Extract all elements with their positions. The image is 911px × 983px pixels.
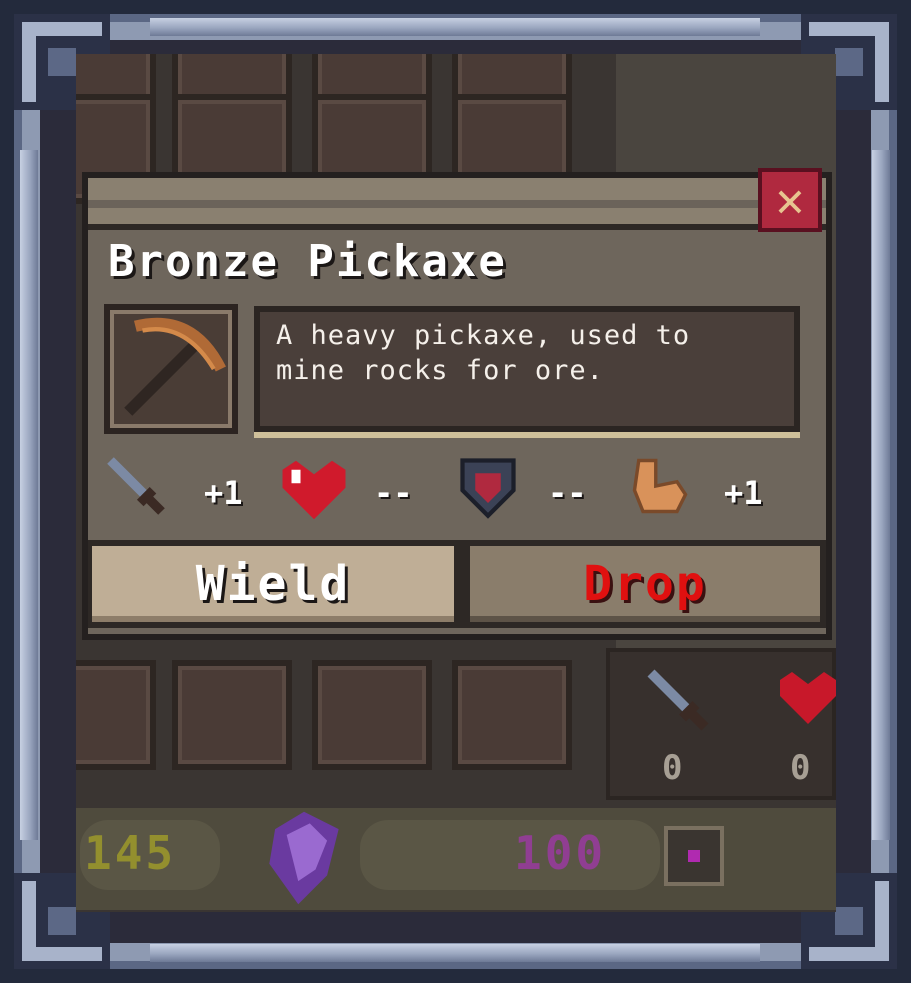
item-title: Bronze Pickaxe (108, 236, 507, 287)
heart-icon (780, 672, 836, 724)
heart-icon (282, 460, 346, 520)
sword-icon (107, 457, 165, 515)
stat-health-bonus: -- (374, 474, 413, 512)
inventory-slot[interactable] (312, 660, 432, 770)
item-description: A heavy pickaxe, used to mine rocks for … (276, 318, 796, 388)
add-gems-button[interactable] (664, 826, 724, 886)
stat-attack-value: 0 (662, 748, 683, 788)
inventory-slot[interactable] (76, 660, 156, 770)
item-icon-slot (104, 304, 238, 434)
stat-attack-bonus: +1 (204, 474, 243, 512)
stat-health-value: 0 (790, 748, 811, 788)
frame-bar-right (872, 150, 890, 840)
stat-defense-bonus: -- (548, 474, 587, 512)
frame-bar-left (20, 150, 38, 840)
drop-button[interactable]: Drop (470, 546, 820, 622)
gold-count: 145 (84, 826, 177, 880)
item-description-line: A heavy pickaxe, used to (276, 320, 691, 351)
item-tooltip-header[interactable] (88, 178, 826, 230)
stat-strength-bonus: +1 (724, 474, 763, 512)
inventory-slot[interactable] (452, 660, 572, 770)
frame-bar-bottom (150, 944, 760, 962)
item-description-line: mine rocks for ore. (276, 355, 604, 386)
bronze-pickaxe-icon (124, 317, 226, 416)
crystal-icon (269, 811, 339, 905)
flexed-arm-icon (632, 458, 688, 514)
close-button[interactable]: ✕ (754, 168, 826, 234)
gem-count-box (360, 820, 660, 890)
shield-icon (460, 458, 516, 519)
sword-icon (647, 669, 709, 731)
inventory-slot[interactable] (172, 660, 292, 770)
gem-count: 100 (514, 826, 607, 880)
close-icon: ✕ (775, 172, 805, 228)
equipment-stats-panel: 0 0 (606, 648, 836, 800)
wield-button[interactable]: Wield (92, 546, 454, 622)
frame-bar-top (150, 18, 760, 36)
